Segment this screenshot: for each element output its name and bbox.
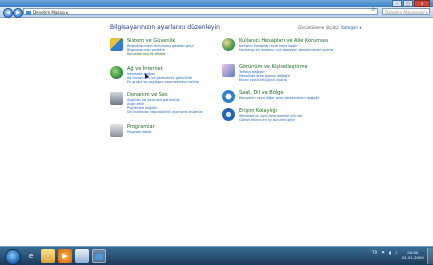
control-panel-glyph [95, 254, 103, 260]
minimize-button[interactable]: – [392, 0, 402, 7]
internet-explorer-icon[interactable]: e [24, 249, 38, 263]
control-panel-icon[interactable] [92, 249, 106, 263]
refresh-button[interactable]: ⟳ [370, 7, 377, 13]
title-bar: – □ x [0, 0, 433, 7]
view-by-selector[interactable]: Görüntüleme ölçütü: Kategori ▾ [298, 25, 361, 30]
users-icon[interactable] [222, 38, 235, 51]
close-button[interactable]: x [414, 0, 430, 7]
network-icon[interactable]: ▮ [389, 250, 391, 255]
navigation-bar: ◀ ▶ Denetim Masası ▸ ⟳ Denetim Masasında… [0, 7, 433, 22]
category-system-security[interactable]: Sistem ve Güvenlik Bilgisayarınızın duru… [110, 38, 230, 68]
category-link[interactable]: Klavyeleri veya diğer giriş yöntemlerini… [239, 96, 319, 100]
network-globe-icon[interactable] [110, 66, 123, 79]
printer-speaker-icon[interactable] [110, 92, 123, 105]
flag-icon[interactable]: ⚑ [381, 250, 385, 255]
category-clock-language[interactable]: Saat, Dil ve Bölge Klavyeleri veya diğer… [222, 90, 342, 108]
accessibility-icon[interactable] [222, 108, 235, 121]
address-bar[interactable]: Denetim Masası ▸ [23, 8, 378, 15]
page-title: Bilgisayarınızın ayarlarını düzenleyin [110, 24, 220, 31]
main-content: Bilgisayarınızın ayarlarını düzenleyin G… [0, 18, 433, 246]
view-by-label: Görüntüleme ölçütü: [298, 25, 340, 30]
breadcrumb[interactable]: Denetim Masası ▸ [33, 10, 68, 15]
store-icon[interactable] [75, 249, 89, 263]
category-link[interactable]: Sorunları bul ve düzelt [127, 52, 166, 56]
category-ease-of-access[interactable]: Erişim Kolaylığı Windows'un ayar önermes… [222, 108, 342, 130]
language-indicator[interactable]: TR [372, 250, 377, 255]
clock-globe-icon[interactable] [222, 90, 235, 103]
category-link[interactable]: Ekran çözünürlüğünü ayarla [239, 78, 287, 82]
category-appearance[interactable]: Görünüm ve Kişiselleştirme Temayı değişt… [222, 64, 342, 90]
category-link[interactable]: Görsel ekranı en iyi duruma getir [239, 118, 295, 122]
taskbar: e ▶ TR ⚑ ▮ ♪ 00:00 01.01.2000 [0, 246, 433, 265]
category-hardware-sound[interactable]: Donanım ve Ses Aygıtları ve yazıcıları g… [110, 92, 230, 126]
maximize-button[interactable]: □ [403, 0, 413, 7]
shield-flag-icon[interactable] [110, 38, 123, 51]
start-button[interactable] [5, 249, 21, 265]
system-tray: TR ⚑ ▮ ♪ [372, 250, 398, 255]
category-link[interactable]: Herhangi bir kullanıcı için ebeveyn dene… [239, 48, 333, 52]
category-link[interactable]: Program kaldır [127, 130, 152, 134]
forward-button[interactable]: ▶ [13, 8, 23, 18]
programs-icon[interactable] [110, 124, 123, 137]
category-link[interactable]: Ev grubu ve paylaşım seçeneklerini belir… [127, 80, 199, 84]
category-link[interactable]: Sık kullanılan taşınabilirlik ayarlarını… [127, 110, 203, 114]
control-panel-icon [26, 11, 31, 15]
media-player-icon[interactable]: ▶ [58, 249, 72, 263]
view-by-value[interactable]: Kategori ▾ [341, 25, 361, 30]
folder-icon[interactable] [41, 249, 55, 263]
show-desktop-button[interactable] [427, 248, 433, 264]
category-programs[interactable]: Programlar Program kaldır [110, 124, 230, 140]
clock-date: 01.01.2000 [402, 255, 424, 260]
volume-icon[interactable]: ♪ [395, 250, 398, 255]
magnifier-icon[interactable]: ⌕ [426, 9, 428, 16]
clock[interactable]: 00:00 01.01.2000 [402, 250, 424, 260]
personalize-icon[interactable] [222, 64, 235, 77]
search-input[interactable]: Denetim Masasında Ara ⌕ [382, 8, 430, 22]
back-button[interactable]: ◀ [3, 8, 13, 18]
control-panel-window: – □ x ◀ ▶ Denetim Masası ▸ ⟳ Denetim Mas… [0, 0, 433, 246]
